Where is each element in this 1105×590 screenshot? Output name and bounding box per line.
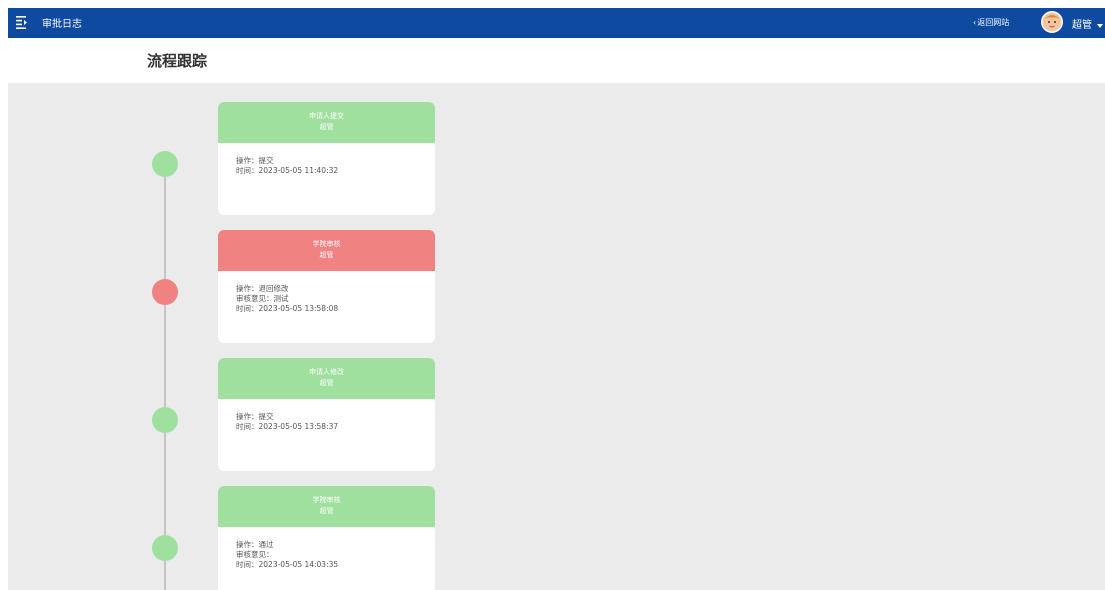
card-body: 操作：通过 审核意见： 时间：2023-05-05 14:03:35 [218,527,435,570]
time-text: 时间：2023-05-05 13:58:37 [236,422,339,431]
card-body: 操作：退回修改 审核意见：测试 时间：2023-05-05 13:58:08 [218,271,435,314]
time-text: 时间：2023-05-05 14:03:35 [236,560,339,569]
action-text: 操作：提交 [236,156,274,165]
page-title: 流程跟踪 [147,52,208,70]
timeline-card: 申请人修改 超管 操作：提交 时间：2023-05-05 13:58:37 [218,358,435,471]
app-title: 审批日志 [42,19,82,30]
actor-name: 超管 [319,251,334,259]
timeline-node [152,151,178,177]
page-header: 流程跟踪 [8,38,1105,83]
timeline-node [152,279,178,305]
card-body: 操作：提交 时间：2023-05-05 11:40:32 [218,143,435,176]
card-header: 学院审核 超管 [218,230,435,271]
user-avatar-icon[interactable] [1041,11,1063,33]
step-name: 学院审核 [312,496,341,504]
card-body: 操作：提交 时间：2023-05-05 13:58:37 [218,399,435,432]
top-navigation-bar: 审批日志 ‹返回网站 超管 [8,8,1105,38]
action-text: 操作：通过 [236,540,274,549]
time-text: 时间：2023-05-05 11:40:32 [236,166,339,175]
timeline-card: 学院审核 超管 操作：通过 审核意见： 时间：2023-05-05 14:03:… [218,486,435,590]
menu-icon[interactable] [16,16,28,29]
app-frame: 审批日志 ‹返回网站 超管 流程跟踪 申请人提交 超管 操作：提交 时间：202… [8,8,1105,590]
user-name[interactable]: 超管 [1072,16,1092,31]
time-text: 时间：2023-05-05 13:58:08 [236,304,339,313]
timeline-node [152,407,178,433]
caret-down-icon[interactable] [1097,24,1103,28]
action-text: 操作：提交 [236,412,274,421]
back-to-site-link[interactable]: ‹返回网站 [973,17,1009,28]
timeline-node [152,535,178,561]
opinion-text: 审核意见：测试 [236,294,289,303]
chevron-left-icon: ‹ [973,18,977,27]
actor-name: 超管 [319,507,334,515]
timeline-line [164,158,166,590]
card-header: 申请人提交 超管 [218,102,435,143]
step-name: 申请人修改 [309,368,344,376]
actor-name: 超管 [319,123,334,131]
step-name: 申请人提交 [309,112,344,120]
card-header: 学院审核 超管 [218,486,435,527]
opinion-text: 审核意见： [236,550,274,559]
action-text: 操作：退回修改 [236,284,289,293]
card-header: 申请人修改 超管 [218,358,435,399]
actor-name: 超管 [319,379,334,387]
timeline-card: 学院审核 超管 操作：退回修改 审核意见：测试 时间：2023-05-05 13… [218,230,435,343]
step-name: 学院审核 [312,240,341,248]
back-to-site-label: 返回网站 [977,18,1010,27]
timeline-card: 申请人提交 超管 操作：提交 时间：2023-05-05 11:40:32 [218,102,435,215]
